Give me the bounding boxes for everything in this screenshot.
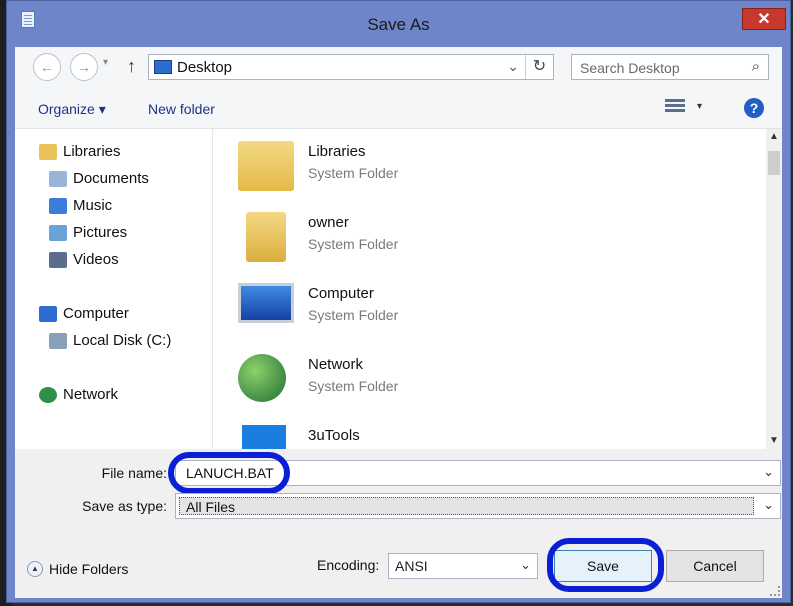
refresh-button[interactable]: ↻: [525, 55, 553, 79]
dialog-title: Save As: [367, 15, 430, 34]
save-as-dialog: Save As ✕ ← → ▾ ↑ Desktop ⌄ ↻ Search Des…: [6, 0, 791, 603]
search-placeholder: Search Desktop: [580, 60, 680, 76]
computer-icon: [238, 283, 294, 323]
file-name: Libraries: [308, 143, 366, 160]
title-bar[interactable]: Save As ✕: [7, 1, 790, 47]
network-globe-icon: [238, 354, 286, 402]
disk-icon: [49, 332, 67, 349]
3utools-icon: [242, 425, 286, 449]
chevron-down-icon[interactable]: ⌄: [763, 464, 774, 480]
tree-item-label: Computer: [63, 305, 129, 322]
address-bar[interactable]: Desktop ⌄ ↻: [148, 54, 554, 80]
computer-icon: [39, 305, 57, 322]
hide-folders-button[interactable]: ▲ Hide Folders: [27, 561, 128, 577]
list-item[interactable]: Computer System Folder: [238, 277, 738, 341]
tree-item-label: Network: [63, 386, 119, 403]
tree-item-computer[interactable]: Computer: [39, 305, 129, 322]
tree-item-label: Local Disk (C:): [73, 332, 172, 349]
network-icon: [39, 386, 57, 403]
close-button[interactable]: ✕: [742, 8, 786, 30]
new-folder-button[interactable]: New folder: [148, 101, 215, 117]
collapse-icon: ▲: [27, 561, 43, 577]
list-item[interactable]: 3uTools: [238, 419, 738, 449]
list-item[interactable]: Network System Folder: [238, 348, 738, 412]
save-type-label: Save as type:: [82, 498, 167, 514]
change-view-icon[interactable]: [665, 99, 685, 117]
command-bar: Organize ▾ New folder ▾ ?: [15, 87, 782, 129]
chevron-down-icon[interactable]: ⌄: [507, 58, 519, 75]
file-name: Computer: [308, 285, 374, 302]
view-options-dropdown[interactable]: ▾: [697, 101, 702, 112]
chevron-down-icon[interactable]: ⌄: [763, 497, 774, 513]
file-name: owner: [308, 214, 349, 231]
file-list: Libraries System Folder owner System Fol…: [214, 129, 764, 449]
hide-folders-label: Hide Folders: [49, 561, 129, 577]
scroll-down-icon[interactable]: ▼: [766, 433, 782, 449]
desktop-icon: [154, 60, 172, 74]
tree-item-documents[interactable]: Documents: [49, 170, 149, 187]
scroll-up-icon[interactable]: ▲: [766, 129, 782, 145]
recent-locations-dropdown[interactable]: ▾: [103, 57, 108, 68]
chevron-down-icon[interactable]: ⌄: [520, 557, 531, 573]
save-type-select[interactable]: All Files ⌄: [175, 493, 781, 519]
tree-item-label: Libraries: [63, 143, 121, 160]
up-arrow-icon[interactable]: ↑: [127, 56, 136, 77]
search-icon[interactable]: ⌕: [752, 58, 760, 75]
address-text: Desktop: [177, 59, 233, 76]
list-item[interactable]: Libraries System Folder: [238, 135, 738, 199]
tree-item-local-disk[interactable]: Local Disk (C:): [49, 332, 171, 349]
cancel-button[interactable]: Cancel: [666, 550, 764, 582]
annotation-circle-filename: [168, 452, 290, 494]
tree-item-label: Pictures: [73, 224, 128, 241]
encoding-value: ANSI: [395, 558, 428, 574]
vertical-scrollbar[interactable]: ▲ ▼: [766, 129, 782, 449]
tree-item-label: Videos: [73, 251, 119, 268]
resize-grip[interactable]: [770, 586, 780, 596]
tree-item-label: Music: [73, 197, 113, 214]
organize-button[interactable]: Organize ▾: [38, 101, 106, 118]
music-icon: [49, 197, 67, 214]
navigation-bar: ← → ▾ ↑ Desktop ⌄ ↻ Search Desktop ⌕: [15, 47, 782, 87]
file-type: System Folder: [308, 307, 399, 323]
file-type: System Folder: [308, 236, 399, 252]
file-type: System Folder: [308, 165, 399, 181]
encoding-label: Encoding:: [317, 557, 380, 573]
save-type-value: All Files: [186, 499, 236, 515]
dialog-client: ← → ▾ ↑ Desktop ⌄ ↻ Search Desktop ⌕ Org…: [15, 47, 782, 598]
back-button[interactable]: ←: [33, 53, 61, 81]
pictures-icon: [49, 224, 67, 241]
save-type-selection: All Files: [179, 497, 754, 515]
help-icon[interactable]: ?: [744, 98, 764, 118]
search-input[interactable]: Search Desktop ⌕: [571, 54, 769, 80]
tree-item-videos[interactable]: Videos: [49, 251, 119, 268]
file-name: 3uTools: [308, 427, 360, 444]
tree-item-music[interactable]: Music: [49, 197, 112, 214]
forward-button[interactable]: →: [70, 53, 98, 81]
list-item[interactable]: owner System Folder: [238, 206, 738, 270]
tree-item-libraries[interactable]: Libraries: [39, 143, 121, 160]
user-folder-icon: [246, 212, 286, 262]
documents-icon: [49, 170, 67, 187]
navigation-pane: Libraries Documents Music Pictures Video…: [15, 129, 213, 449]
file-name: Network: [308, 356, 364, 373]
tree-item-pictures[interactable]: Pictures: [49, 224, 127, 241]
libraries-icon: [39, 143, 57, 160]
file-name-label: File name:: [101, 465, 167, 481]
annotation-circle-save: [547, 538, 664, 592]
save-options-panel: File name: LANUCH.BAT ⌄ Save as type: Al…: [15, 449, 782, 598]
videos-icon: [49, 251, 67, 268]
tree-item-network[interactable]: Network: [39, 386, 118, 403]
file-type: System Folder: [308, 378, 399, 394]
tree-item-label: Documents: [73, 170, 149, 187]
scroll-thumb[interactable]: [768, 151, 780, 175]
libraries-folder-icon: [238, 141, 294, 191]
encoding-select[interactable]: ANSI ⌄: [388, 553, 538, 579]
